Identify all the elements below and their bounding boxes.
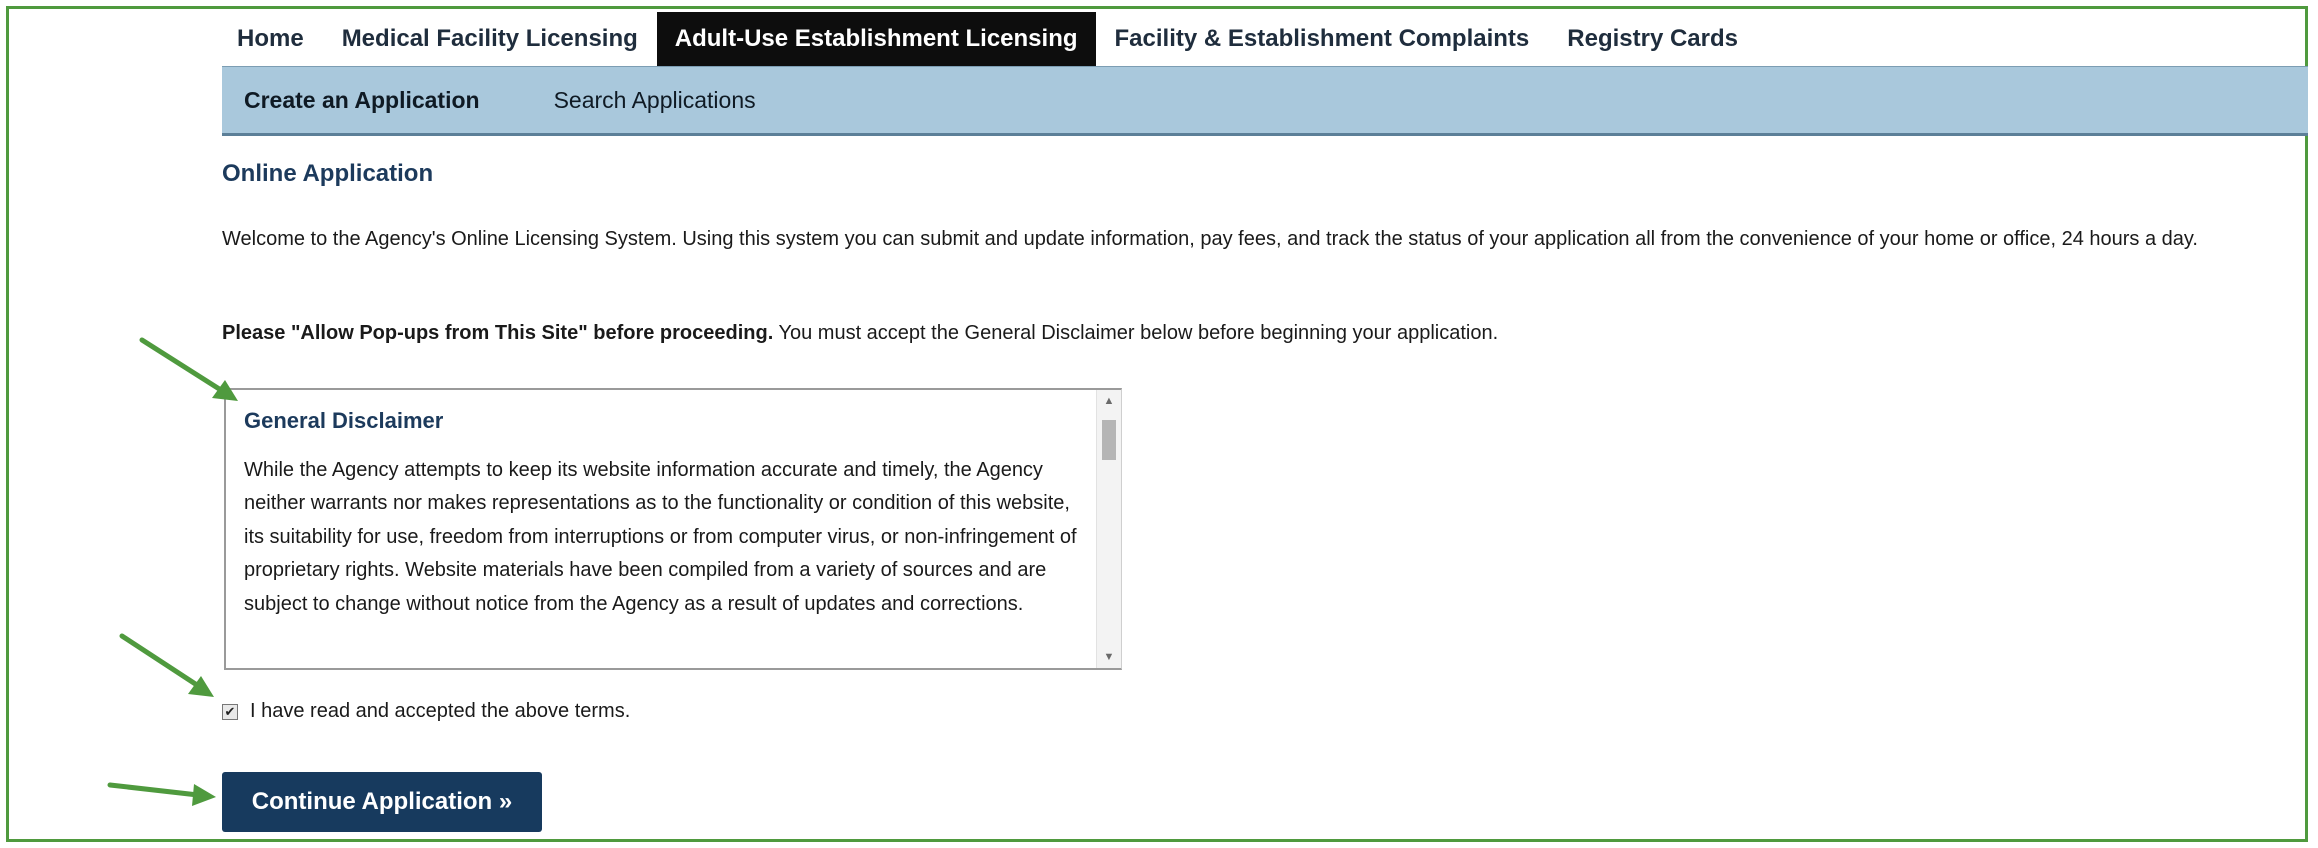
nav-tab-complaints[interactable]: Facility & Establishment Complaints [1096, 12, 1549, 66]
terms-acceptance-row: ✔ I have read and accepted the above ter… [222, 700, 630, 723]
popup-notice: Please "Allow Pop-ups from This Site" be… [222, 322, 1498, 345]
terms-checkbox[interactable]: ✔ [222, 703, 238, 720]
disclaimer-title: General Disclaimer [244, 408, 444, 433]
nav-tab-medical-facility-licensing[interactable]: Medical Facility Licensing [323, 12, 657, 66]
scroll-down-arrow-icon[interactable]: ▼ [1097, 648, 1121, 666]
subnav-search-applications[interactable]: Search Applications [536, 87, 774, 114]
checkmark-icon: ✔ [224, 703, 236, 719]
disclaimer-text: While the Agency attempts to keep its we… [244, 459, 1077, 615]
disclaimer-scroll-box[interactable]: General Disclaimer While the Agency atte… [224, 388, 1122, 670]
terms-label: I have read and accepted the above terms… [250, 700, 631, 722]
welcome-text: Welcome to the Agency's Online Licensing… [222, 228, 2198, 250]
popup-notice-rest: You must accept the General Disclaimer b… [773, 322, 1499, 344]
nav-tab-adult-use-establishment-licensing[interactable]: Adult-Use Establishment Licensing [656, 12, 1096, 78]
disclaimer-scrollbar[interactable]: ▲ ▼ [1096, 390, 1121, 668]
top-navigation: Home Medical Facility Licensing Adult-Us… [218, 12, 1757, 78]
continue-application-button[interactable]: Continue Application » [222, 772, 542, 832]
popup-notice-bold: Please "Allow Pop-ups from This Site" be… [222, 322, 774, 344]
nav-tab-registry-cards[interactable]: Registry Cards [1548, 12, 1757, 66]
sub-navigation: Create an Application Search Application… [222, 66, 2308, 136]
scrollbar-thumb[interactable] [1102, 420, 1116, 460]
subnav-create-application[interactable]: Create an Application [226, 87, 498, 114]
nav-tab-home[interactable]: Home [218, 12, 323, 66]
scroll-up-arrow-icon[interactable]: ▲ [1097, 392, 1121, 410]
disclaimer-content: General Disclaimer While the Agency atte… [244, 390, 1084, 621]
page-title: Online Application [222, 160, 434, 187]
